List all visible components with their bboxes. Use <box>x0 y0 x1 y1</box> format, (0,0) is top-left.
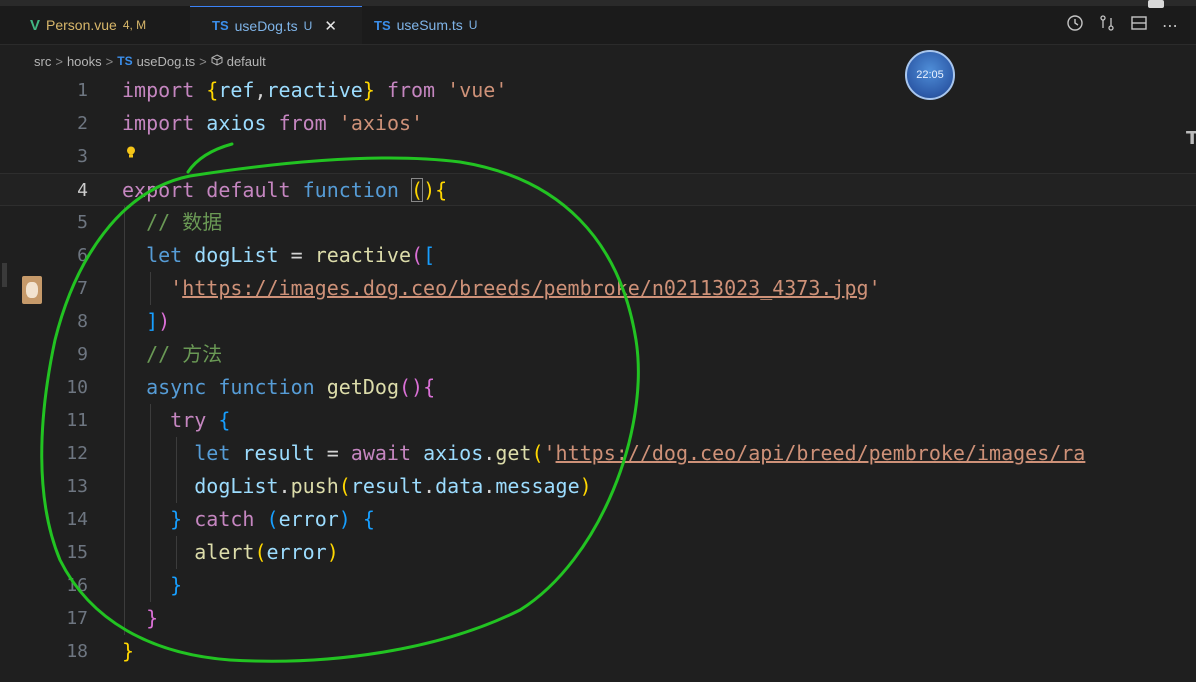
lightbulb-icon[interactable] <box>126 143 136 158</box>
line-content: dogList.push(result.data.message) <box>194 474 592 498</box>
ts-file-icon: TS <box>212 18 229 33</box>
code-line[interactable]: 17 } <box>0 602 1196 635</box>
line-content: // 方法 <box>146 342 223 366</box>
breadcrumb-separator: > <box>199 53 207 69</box>
compare-changes-icon[interactable] <box>1098 14 1116 36</box>
history-icon[interactable] <box>1066 14 1084 36</box>
line-number: 13 <box>66 476 88 497</box>
line-number: 14 <box>66 509 88 530</box>
line-number: 1 <box>77 80 88 101</box>
line-number: 11 <box>66 410 88 431</box>
breadcrumb-item-hooks[interactable]: hooks <box>67 54 102 69</box>
line-content: import axios from 'axios' <box>122 111 424 135</box>
code-line[interactable]: 5 // 数据 <box>0 206 1196 239</box>
image-url-link[interactable]: https://images.dog.ceo/breeds/pembroke/n… <box>182 276 868 300</box>
line-number: 16 <box>66 575 88 596</box>
code-line[interactable]: 14 } catch (error) { <box>0 503 1196 536</box>
tab-usedog-ts[interactable]: TS useDog.ts U ✕ <box>190 6 362 44</box>
line-number: 6 <box>77 245 88 266</box>
api-url-link[interactable]: https://dog.ceo/api/breed/pembroke/image… <box>556 441 1086 465</box>
line-content: 'https://images.dog.ceo/breeds/pembroke/… <box>170 276 881 300</box>
ts-file-icon: TS <box>374 17 391 33</box>
tab-label: useDog.ts <box>234 17 298 34</box>
line-content: alert(error) <box>194 540 339 564</box>
line-number: 9 <box>77 344 88 365</box>
split-editor-icon[interactable] <box>1130 14 1148 36</box>
line-content: // 数据 <box>146 210 223 234</box>
code-line[interactable]: 8 ]) <box>0 305 1196 338</box>
line-number: 12 <box>66 443 88 464</box>
breadcrumb-separator: > <box>55 53 63 69</box>
code-line[interactable]: 12 let result = await axios.get('https:/… <box>0 437 1196 470</box>
tab-status: U <box>303 18 313 33</box>
tab-label: Person.vue <box>46 17 117 33</box>
symbol-icon <box>211 53 223 69</box>
line-number: 4 <box>77 180 88 201</box>
indent-guide <box>124 206 125 635</box>
line-number: 17 <box>66 608 88 629</box>
code-line[interactable]: 10 async function getDog(){ <box>0 371 1196 404</box>
code-line[interactable]: 13 dogList.push(result.data.message) <box>0 470 1196 503</box>
notification-icon[interactable] <box>1148 0 1164 8</box>
code-line-current[interactable]: 4 export default function (){ <box>0 173 1196 206</box>
tab-status: 4, M <box>122 18 147 32</box>
code-line[interactable]: 2 import axios from 'axios' <box>0 107 1196 140</box>
breadcrumb: src > hooks > TS useDog.ts > default <box>34 51 266 71</box>
code-line[interactable]: 6 let dogList = reactive([ <box>0 239 1196 272</box>
line-number: 7 <box>77 278 88 299</box>
editor-tab-bar: V Person.vue 4, M TS useDog.ts U ✕ TS us… <box>0 6 1196 45</box>
code-line[interactable]: 18 } <box>0 635 1196 668</box>
breadcrumb-item-file[interactable]: useDog.ts <box>137 54 196 69</box>
breadcrumb-separator: > <box>105 53 114 69</box>
line-content: async function getDog(){ <box>146 375 436 399</box>
line-content: } <box>122 639 135 663</box>
line-content: } <box>170 573 183 597</box>
line-content: import {ref,reactive} from 'vue' <box>122 78 508 102</box>
line-number: 3 <box>77 146 88 167</box>
line-number: 15 <box>66 542 88 563</box>
line-content: export default function (){ <box>122 178 448 202</box>
editor-actions: ⋯ <box>1066 6 1178 44</box>
tab-label: useSum.ts <box>396 17 463 33</box>
more-actions-icon[interactable]: ⋯ <box>1162 16 1178 35</box>
tab-person-vue[interactable]: V Person.vue 4, M <box>0 6 190 44</box>
code-line[interactable]: 11 try { <box>0 404 1196 437</box>
line-content: let result = await axios.get('https://do… <box>194 441 1086 465</box>
line-number: 2 <box>77 113 88 134</box>
code-line[interactable]: 9 // 方法 <box>0 338 1196 371</box>
line-number: 10 <box>66 377 88 398</box>
line-number: 5 <box>77 212 88 233</box>
indent-guide <box>150 404 151 602</box>
close-icon[interactable]: ✕ <box>324 17 337 35</box>
vue-file-icon: V <box>30 16 41 34</box>
line-number: 18 <box>66 641 88 662</box>
line-number: 8 <box>77 311 88 332</box>
indent-guide <box>150 272 151 305</box>
line-content: ]) <box>146 309 171 333</box>
line-content: } catch (error) { <box>170 507 375 531</box>
breadcrumb-item-symbol[interactable]: default <box>227 54 266 69</box>
breadcrumb-item-src[interactable]: src <box>34 54 51 69</box>
code-line[interactable]: 1 import {ref,reactive} from 'vue' <box>0 74 1196 107</box>
code-line[interactable]: 16 } <box>0 569 1196 602</box>
tab-usesum-ts[interactable]: TS useSum.ts U <box>362 6 512 44</box>
tab-status: U <box>468 18 478 32</box>
line-content: try { <box>170 408 231 432</box>
indent-guide <box>176 536 177 569</box>
ts-file-icon: TS <box>117 54 133 68</box>
indent-guide <box>176 437 177 503</box>
line-content: let dogList = reactive([ <box>146 243 436 267</box>
code-line[interactable]: 3 <box>0 140 1196 173</box>
line-content: } <box>146 606 159 630</box>
code-editor[interactable]: 1 import {ref,reactive} from 'vue' 2 imp… <box>0 74 1196 682</box>
code-line[interactable]: 15 alert(error) <box>0 536 1196 569</box>
code-line[interactable]: 7 'https://images.dog.ceo/breeds/pembrok… <box>0 272 1196 305</box>
